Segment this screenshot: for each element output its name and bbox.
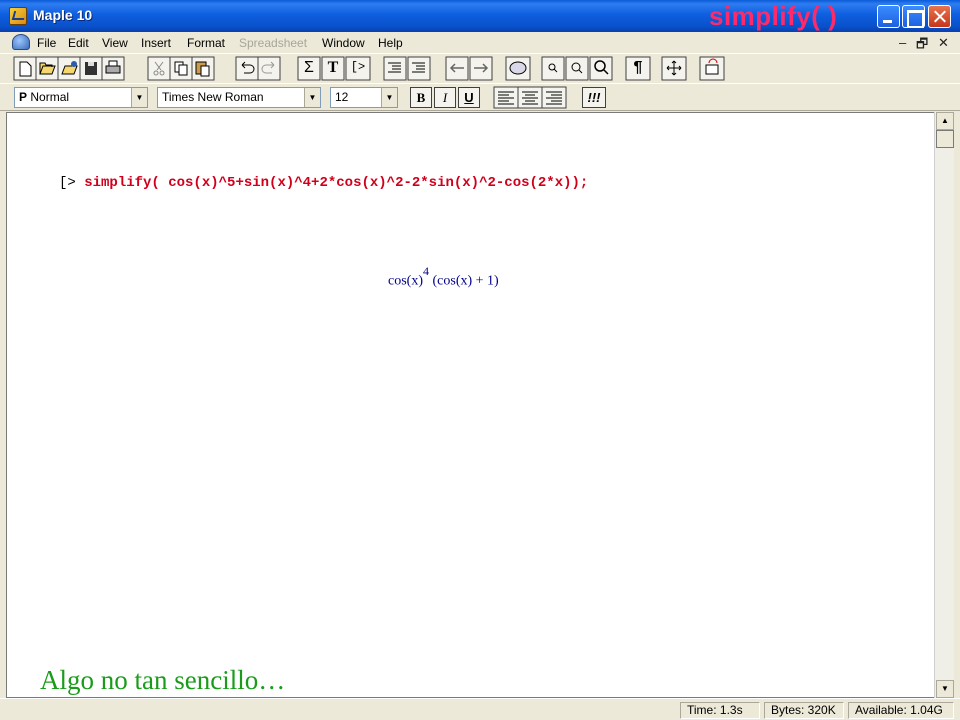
- worksheet[interactable]: [> simplify( cos(x)^5+sin(x)^4+2*cos(x)^…: [6, 112, 934, 698]
- minimize-button[interactable]: [877, 5, 900, 28]
- back-icon[interactable]: [445, 56, 469, 81]
- align-center-icon[interactable]: [517, 86, 543, 109]
- scroll-down-icon[interactable]: ▼: [936, 680, 954, 698]
- menu-help[interactable]: Help: [378, 36, 403, 50]
- menu-format[interactable]: Format: [187, 36, 225, 50]
- menu-file[interactable]: File: [37, 36, 56, 50]
- main-toolbar: Σ T [> ¶: [0, 53, 960, 83]
- scroll-thumb[interactable]: [936, 130, 954, 148]
- undo-icon[interactable]: [235, 56, 259, 81]
- paste-icon[interactable]: [191, 56, 215, 81]
- italic-button[interactable]: I: [434, 87, 456, 108]
- menu-spreadsheet[interactable]: Spreadsheet: [239, 36, 307, 50]
- mdi-close-button[interactable]: ✕: [938, 35, 949, 51]
- menu-bar: File Edit View Insert Format Spreadsheet…: [0, 32, 960, 53]
- status-bytes: Bytes: 320K: [764, 702, 844, 719]
- style-value: Normal: [30, 90, 70, 104]
- open-url-icon[interactable]: [57, 56, 81, 81]
- execution-group-icon: [>: [350, 60, 366, 74]
- maple-command[interactable]: simplify( cos(x)^5+sin(x)^4+2*cos(x)^2-2…: [84, 175, 588, 191]
- mdi-minimize-button[interactable]: –: [899, 35, 906, 50]
- text-icon: T: [327, 59, 339, 76]
- underline-button[interactable]: U: [458, 87, 480, 108]
- slide-title: simplify( ): [709, 1, 838, 31]
- input-line[interactable]: [> simplify( cos(x)^5+sin(x)^4+2*cos(x)^…: [59, 175, 588, 191]
- sum-icon: Σ: [304, 59, 314, 76]
- vertical-scrollbar[interactable]: ▲ ▼: [934, 112, 954, 698]
- close-button[interactable]: [928, 5, 951, 28]
- font-select[interactable]: Times New Roman ▼: [157, 87, 321, 108]
- scroll-up-icon[interactable]: ▲: [936, 112, 954, 130]
- maple-output: cos(x)4 (cos(x) + 1): [388, 264, 499, 290]
- save-icon[interactable]: [79, 56, 103, 81]
- zoom-medium-icon[interactable]: [565, 56, 589, 81]
- chevron-down-icon: ▼: [381, 88, 397, 107]
- copy-icon[interactable]: [169, 56, 193, 81]
- maple-app-icon[interactable]: [9, 7, 27, 25]
- status-bar: Time: 1.3s Bytes: 320K Available: 1.04G: [0, 698, 960, 720]
- font-size-value: 12: [335, 90, 349, 104]
- title-bar: Maple 10 simplify( ): [0, 0, 960, 32]
- zoom-small-icon[interactable]: [541, 56, 565, 81]
- window-title: Maple 10: [33, 7, 93, 23]
- output-rest: (cos(x) + 1): [429, 273, 499, 289]
- stop-icon[interactable]: [505, 56, 531, 81]
- output-base: cos(x): [388, 273, 423, 289]
- menu-view[interactable]: View: [102, 36, 128, 50]
- maximize-button[interactable]: [902, 5, 925, 28]
- status-available: Available: 1.04G: [848, 702, 954, 719]
- zoom-large-icon[interactable]: [589, 56, 613, 81]
- expand-icon[interactable]: [661, 56, 687, 81]
- align-left-icon[interactable]: [493, 86, 519, 109]
- output-exponent: 4: [423, 264, 429, 278]
- new-document-icon[interactable]: [13, 56, 37, 81]
- style-prefix: P: [19, 90, 28, 104]
- indent-icon[interactable]: [407, 56, 431, 81]
- document-icon[interactable]: [12, 34, 30, 50]
- style-select[interactable]: P Normal ▼: [14, 87, 148, 108]
- menu-window[interactable]: Window: [322, 36, 365, 50]
- menu-insert[interactable]: Insert: [141, 36, 171, 50]
- chevron-down-icon: ▼: [304, 88, 320, 107]
- input-prompt: [>: [59, 175, 76, 191]
- redo-icon[interactable]: [257, 56, 281, 81]
- font-size-select[interactable]: 12 ▼: [330, 87, 398, 108]
- chevron-down-icon: ▼: [131, 88, 147, 107]
- menu-edit[interactable]: Edit: [68, 36, 89, 50]
- slide-caption: Algo no tan sencillo…: [40, 665, 286, 695]
- paragraph-icon: ¶: [633, 59, 643, 76]
- forward-icon[interactable]: [469, 56, 493, 81]
- print-icon[interactable]: [101, 56, 125, 81]
- outdent-icon[interactable]: [383, 56, 407, 81]
- font-value: Times New Roman: [162, 90, 264, 104]
- status-time: Time: 1.3s: [680, 702, 760, 719]
- execute-all-button[interactable]: !!!: [582, 87, 606, 108]
- bold-button[interactable]: B: [410, 87, 432, 108]
- open-icon[interactable]: [35, 56, 59, 81]
- cut-icon[interactable]: [147, 56, 171, 81]
- toolbar-icons: [13, 56, 725, 81]
- align-right-icon[interactable]: [541, 86, 567, 109]
- restart-icon[interactable]: [699, 56, 725, 81]
- format-toolbar: P Normal ▼ Times New Roman ▼ 12 ▼ B I U …: [0, 83, 960, 111]
